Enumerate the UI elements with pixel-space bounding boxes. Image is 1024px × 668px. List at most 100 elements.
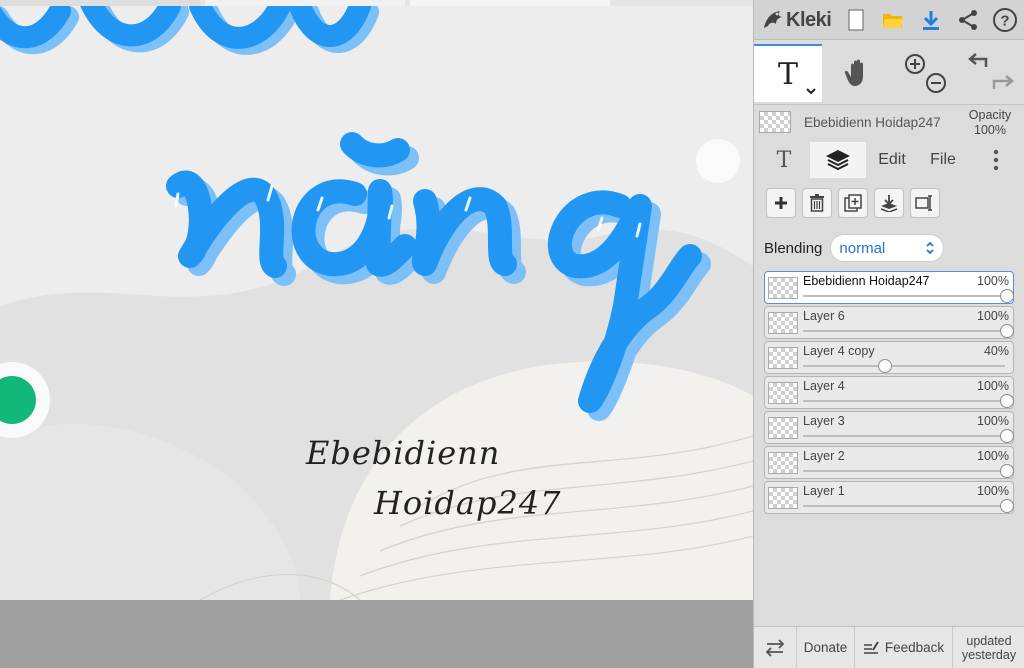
trash-icon <box>810 194 824 212</box>
blending-label: Blending <box>764 239 823 257</box>
layer-opacity-slider-handle[interactable] <box>1000 394 1014 408</box>
layer-opacity: 100% <box>977 274 1009 288</box>
layer-thumbnail <box>768 487 798 509</box>
layer-thumbnail <box>768 312 798 334</box>
layer-opacity-slider[interactable] <box>803 365 1005 367</box>
tools-row: T <box>754 44 1024 105</box>
layer-thumbnail <box>768 452 798 474</box>
blending-value: normal <box>839 239 886 257</box>
layer-opacity: 100% <box>977 484 1009 498</box>
rename-icon <box>915 195 932 211</box>
feedback-button[interactable]: Feedback <box>855 627 953 668</box>
new-file-button[interactable] <box>841 6 871 34</box>
layer-row[interactable]: Layer 1 100% <box>764 481 1014 514</box>
drawing-canvas[interactable]: Ebebidienn Hoidap247 <box>0 6 753 600</box>
donate-button[interactable]: Donate <box>797 627 855 668</box>
feedback-label: Feedback <box>884 640 945 655</box>
open-button[interactable] <box>878 6 908 34</box>
tab-layers[interactable] <box>810 142 866 178</box>
blending-row: Blending normal <box>764 233 945 263</box>
share-icon <box>959 10 977 30</box>
bottom-bar: Donate Feedback updated yesterday <box>754 626 1024 668</box>
layer-row[interactable]: Layer 4 copy 40% <box>764 341 1014 374</box>
layer-opacity: 100% <box>977 449 1009 463</box>
more-vertical-icon <box>993 149 999 171</box>
layer-opacity-slider-handle[interactable] <box>1000 499 1014 513</box>
duplicate-icon <box>844 194 862 212</box>
layer-row[interactable]: Ebebidienn Hoidap247 100% <box>764 271 1014 304</box>
blending-select[interactable]: normal <box>830 234 945 262</box>
tab-edit[interactable]: Edit <box>870 142 914 178</box>
layer-opacity-slider-handle[interactable] <box>1000 289 1014 303</box>
hand-icon <box>844 59 863 86</box>
layer-opacity-slider-handle[interactable] <box>877 359 892 373</box>
layer-opacity-slider[interactable] <box>803 330 1005 332</box>
layer-opacity-slider-handle[interactable] <box>1000 464 1014 478</box>
updated-status: updated yesterday <box>961 633 1017 662</box>
layer-opacity-slider-handle[interactable] <box>1000 429 1014 443</box>
layer-name: Layer 3 <box>803 414 845 428</box>
tab-text[interactable]: T <box>762 142 806 178</box>
layer-name: Layer 4 <box>803 379 845 393</box>
layer-thumbnail <box>768 382 798 404</box>
new-file-icon <box>848 9 864 31</box>
feedback-icon <box>863 640 879 654</box>
text-tool-glyph: T <box>777 56 798 92</box>
rename-layer-button[interactable] <box>910 188 940 218</box>
current-layer-info: Ebebidienn Hoidap247 Opacity 100% <box>754 104 1024 142</box>
canvas-area[interactable]: Ebebidienn Hoidap247 <box>0 0 753 668</box>
duplicate-layer-button[interactable] <box>838 188 868 218</box>
add-layer-button[interactable] <box>766 188 796 218</box>
layer-row[interactable]: Layer 2 100% <box>764 446 1014 479</box>
kleki-bird-icon <box>764 11 782 28</box>
tab-more[interactable] <box>982 142 1010 178</box>
tab-file[interactable]: File <box>922 142 964 178</box>
layer-opacity-slider[interactable] <box>803 435 1005 437</box>
download-button[interactable] <box>916 6 946 34</box>
layer-thumbnail <box>768 347 798 369</box>
layer-row[interactable]: Layer 4 100% <box>764 376 1014 409</box>
undo-redo-icon[interactable] <box>964 51 1018 95</box>
layer-name: Layer 4 copy <box>803 344 875 358</box>
opacity-value: 100% <box>974 123 1006 137</box>
layer-opacity-slider[interactable] <box>803 505 1005 507</box>
layer-opacity: 100% <box>977 309 1009 323</box>
layer-actions <box>766 188 940 220</box>
kleki-logo[interactable]: Kleki <box>762 6 832 34</box>
share-button[interactable] <box>953 6 983 34</box>
layer-opacity-slider[interactable] <box>803 400 1005 402</box>
opacity-label: Opacity <box>968 108 1012 122</box>
swap-sides-button[interactable] <box>754 627 797 668</box>
current-layer-name: Ebebidienn Hoidap247 <box>804 115 941 130</box>
text-tool-button[interactable]: T <box>754 44 822 102</box>
zoom-in-zoom-out-icon[interactable] <box>900 51 950 95</box>
panel-tabs: T Edit File <box>754 142 1024 178</box>
layer-opacity-slider[interactable] <box>803 470 1005 472</box>
open-folder-icon <box>883 14 903 28</box>
undo-redo-buttons <box>958 44 1024 102</box>
layer-name: Ebebidienn Hoidap247 <box>803 274 930 288</box>
layer-row[interactable]: Layer 3 100% <box>764 411 1014 444</box>
help-button[interactable]: ? <box>990 6 1020 34</box>
layer-opacity-slider[interactable] <box>803 295 1005 297</box>
layer-opacity-slider-handle[interactable] <box>1000 324 1014 338</box>
zoom-buttons <box>894 44 956 102</box>
merge-down-icon <box>880 195 898 212</box>
swap-arrows-icon <box>765 638 785 657</box>
current-layer-thumbnail <box>759 111 791 133</box>
merge-down-button[interactable] <box>874 188 904 218</box>
download-icon <box>923 11 939 30</box>
layer-row[interactable]: Layer 6 100% <box>764 306 1014 339</box>
layers-icon <box>826 150 850 171</box>
layer-opacity: 40% <box>983 344 1009 358</box>
layer-name: Layer 6 <box>803 309 845 323</box>
select-arrows-icon <box>926 241 935 255</box>
layer-thumbnail <box>768 417 798 439</box>
help-glyph: ? <box>1000 13 1009 30</box>
delete-layer-button[interactable] <box>802 188 832 218</box>
help-icon: ? <box>993 8 1017 32</box>
plus-icon <box>775 197 787 209</box>
layer-thumbnail <box>768 277 798 299</box>
chevron-down-icon[interactable] <box>805 87 817 95</box>
hand-tool-button[interactable] <box>824 44 892 102</box>
